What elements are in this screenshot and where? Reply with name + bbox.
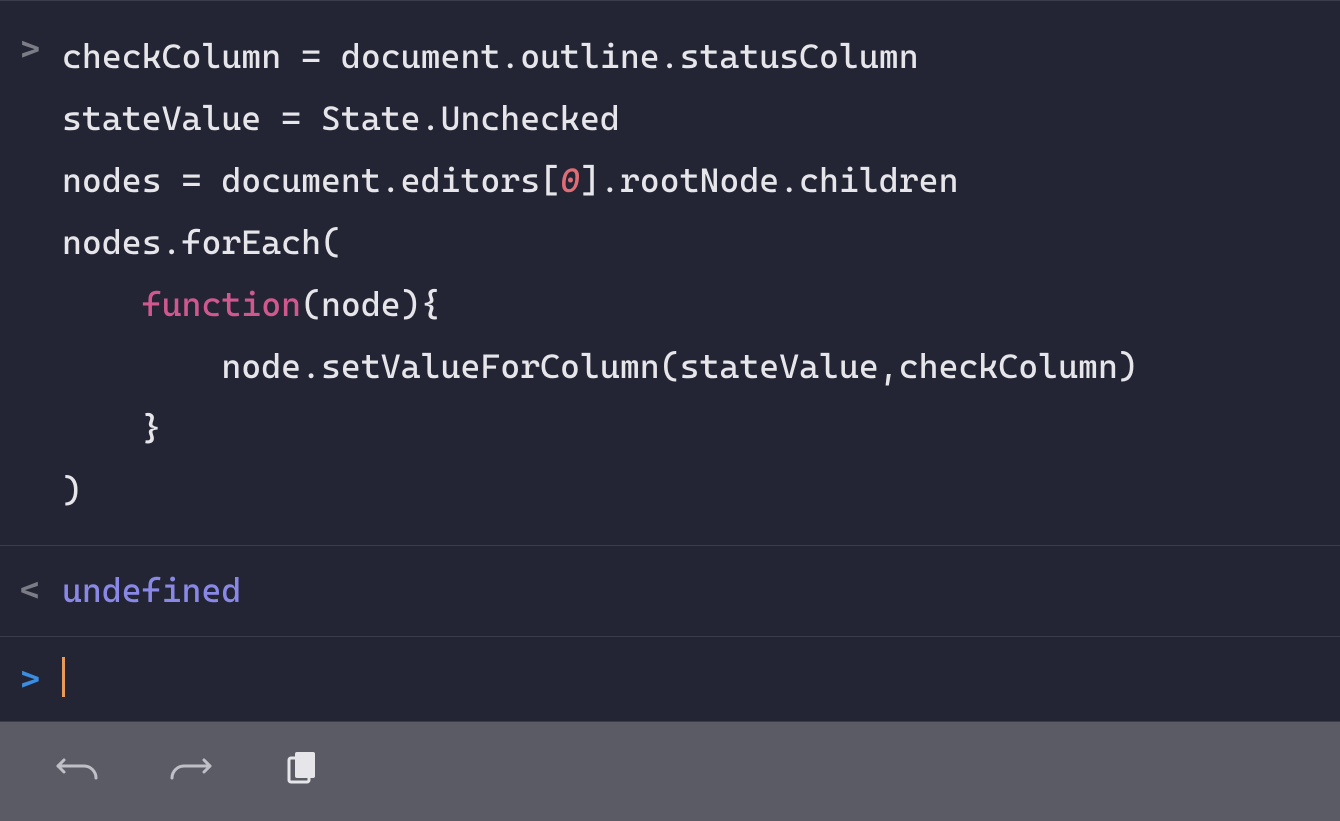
code-line-8: ) — [62, 470, 82, 510]
code-keyword-function: function — [142, 284, 301, 324]
redo-button[interactable] — [162, 744, 218, 792]
redo-icon — [166, 746, 214, 790]
code-line-4: nodes.forEach( — [62, 222, 341, 262]
indent — [62, 284, 142, 324]
undo-button[interactable] — [50, 744, 106, 792]
code-line-3b: ].rootNode.children — [580, 160, 959, 200]
code-number-literal: 0 — [560, 160, 580, 200]
code-line-1: checkColumn = document.outline.statusCol… — [62, 36, 919, 76]
console-history-entry[interactable]: > checkColumn = document.outline.statusC… — [0, 1, 1340, 546]
text-cursor — [62, 657, 65, 697]
prompt-in-icon: > — [20, 25, 62, 73]
console-result-entry[interactable]: < undefined — [0, 546, 1340, 637]
code-line-6: node.setValueForColumn(stateValue,checkC… — [221, 346, 1137, 386]
result-undefined: undefined — [62, 570, 241, 610]
code-line-2: stateValue = State.Unchecked — [62, 98, 620, 138]
prompt-out-icon: < — [20, 566, 62, 614]
copy-button[interactable] — [274, 744, 330, 792]
console-input-row[interactable]: > — [0, 637, 1340, 722]
console-input[interactable] — [62, 657, 1320, 701]
copy-icon — [282, 746, 322, 790]
console-code-block: checkColumn = document.outline.statusCol… — [62, 25, 1320, 521]
code-line-3a: nodes = document.editors[ — [62, 160, 560, 200]
toolbar — [0, 722, 1340, 821]
indent — [62, 346, 221, 386]
code-line-7: } — [142, 408, 162, 448]
console-result-value: undefined — [62, 566, 1320, 614]
indent — [62, 408, 142, 448]
undo-icon — [54, 746, 102, 790]
code-line-5b: (node){ — [301, 284, 440, 324]
console: > checkColumn = document.outline.statusC… — [0, 0, 1340, 821]
prompt-active-icon: > — [20, 655, 62, 703]
